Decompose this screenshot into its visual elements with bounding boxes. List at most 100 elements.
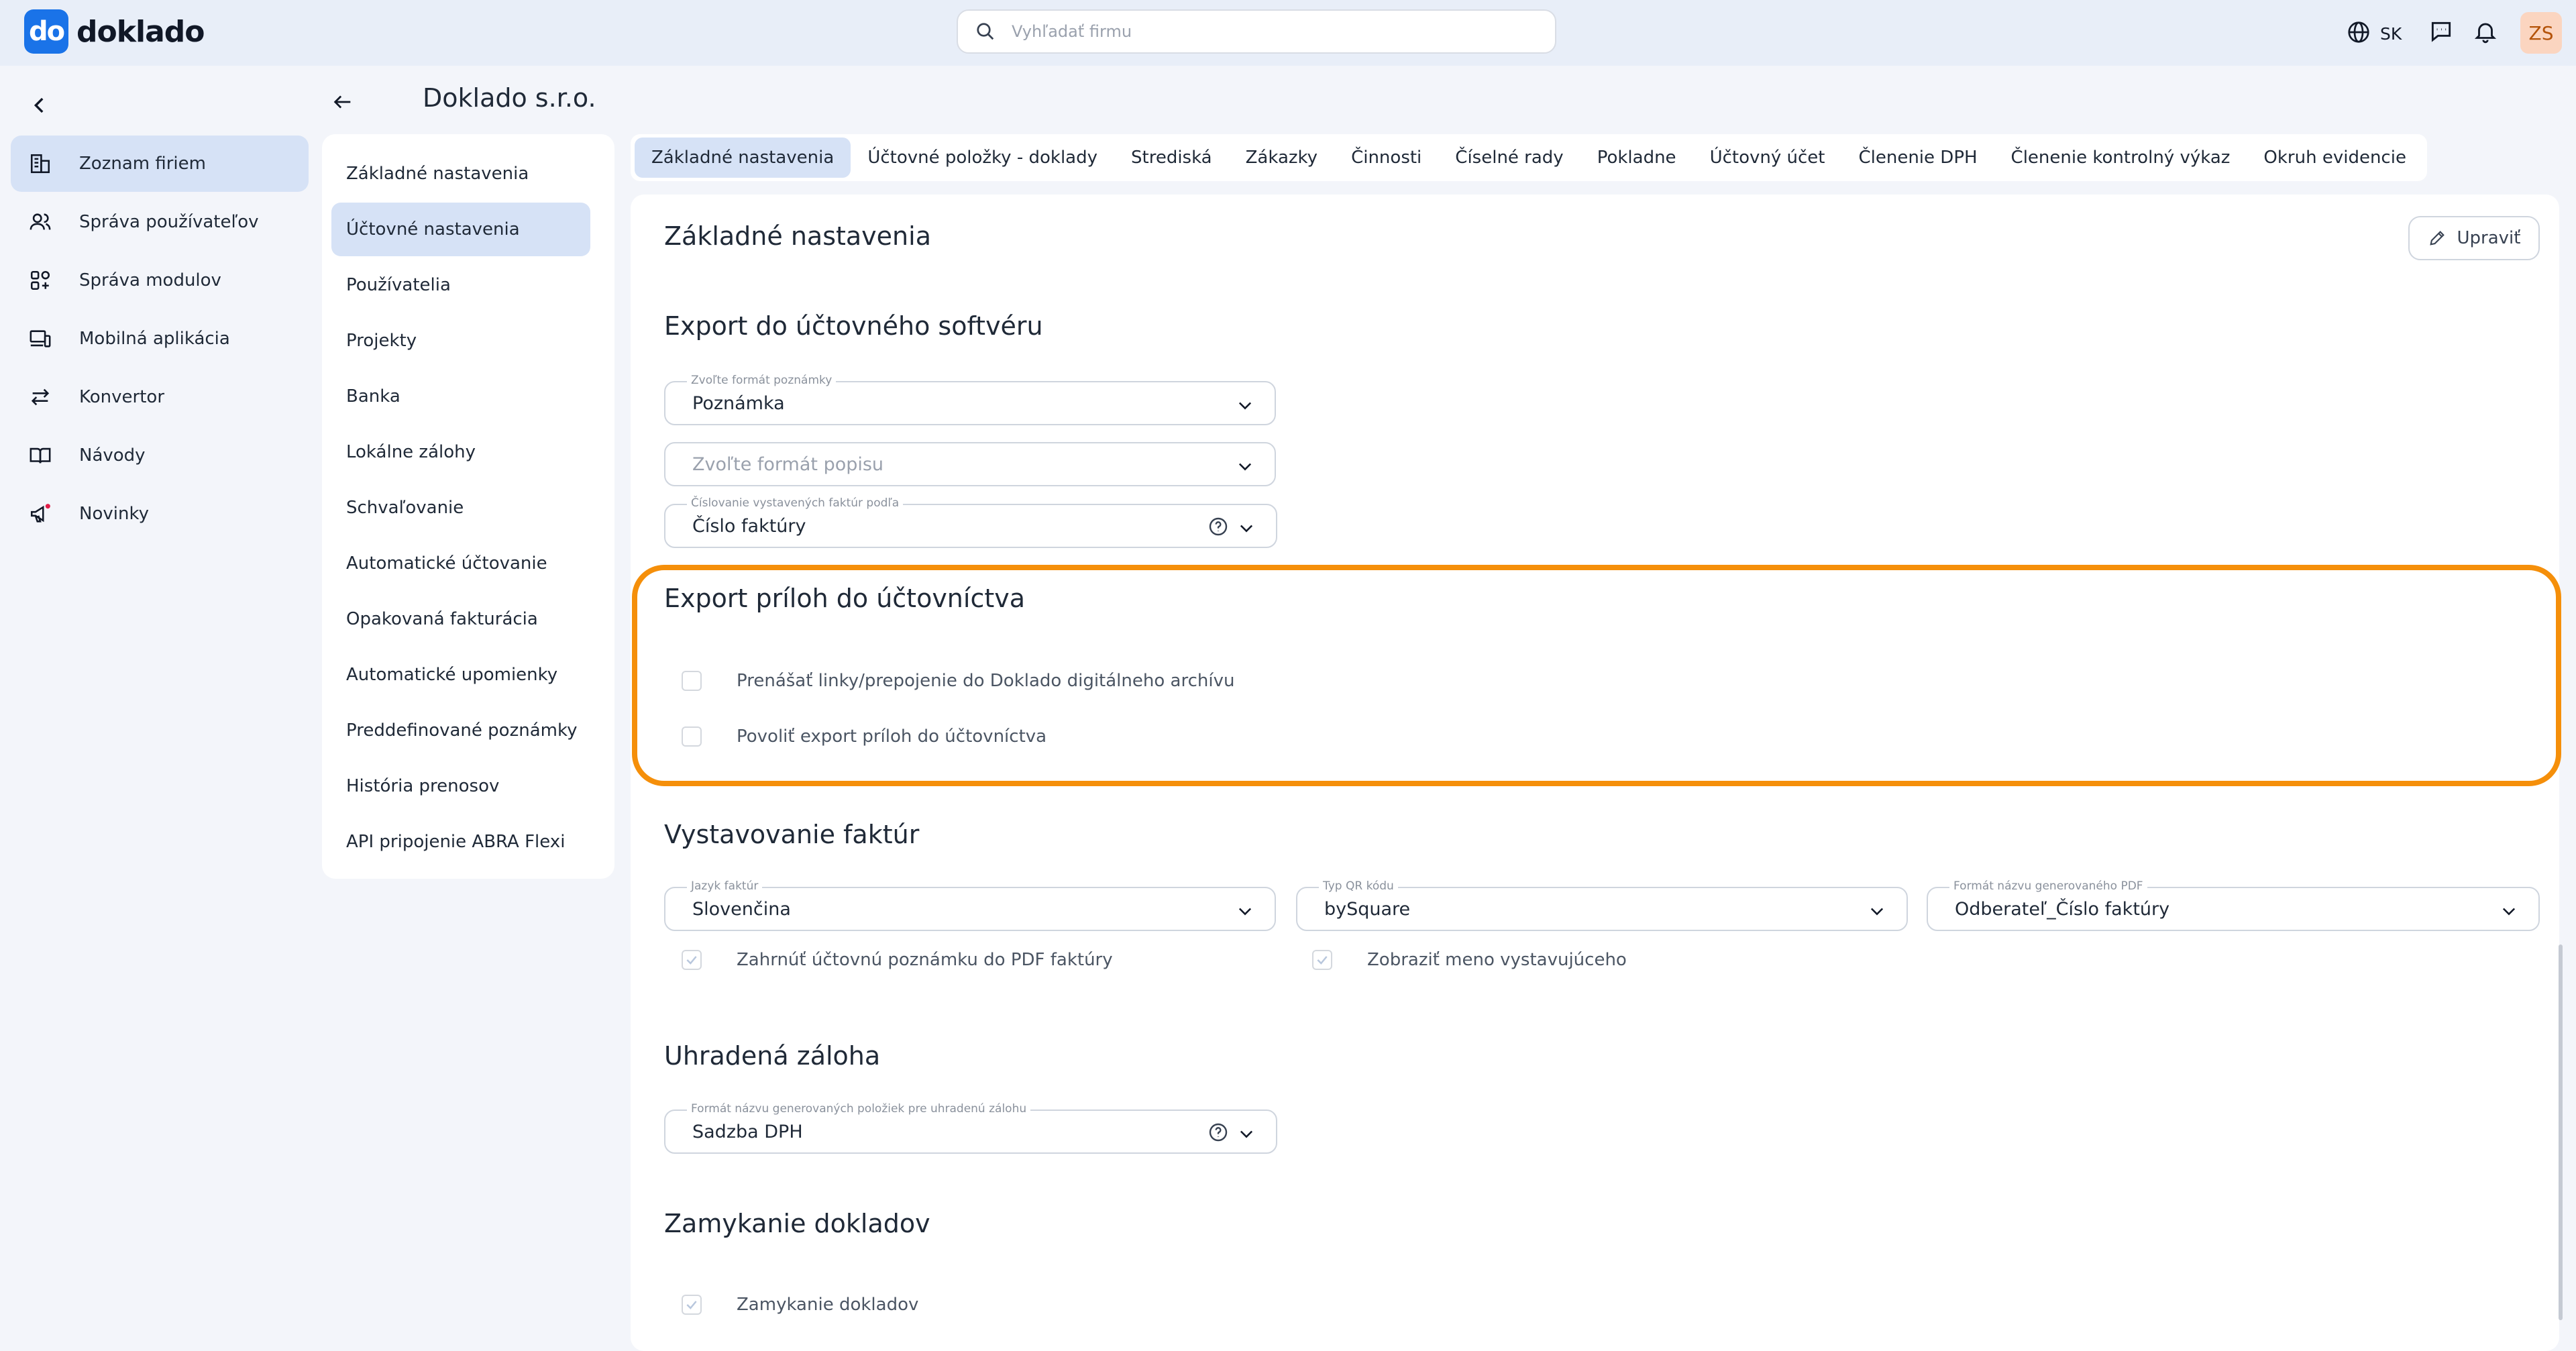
submenu-item[interactable]: Používatelia [331, 258, 590, 312]
checkbox-row-locking[interactable]: Zamykanie dokladov [682, 1295, 918, 1315]
field-label: Jazyk faktúr [687, 879, 763, 893]
logo-text: doklado [76, 14, 205, 49]
help-icon[interactable] [1208, 1122, 1229, 1143]
edit-button-label: Upraviť [2457, 228, 2521, 248]
qr-type-select[interactable]: Typ QR kódu bySquare [1296, 879, 1908, 931]
submenu-item[interactable]: Opakovaná fakturácia [331, 592, 590, 646]
pdf-name-format-select[interactable]: Formát názvu generovaného PDF Odberateľ_… [1927, 879, 2540, 931]
tab-activities[interactable]: Činnosti [1334, 138, 1438, 178]
messages-button[interactable] [2428, 19, 2454, 47]
tab-accounting-account[interactable]: Účtovný účet [1693, 138, 1842, 178]
section-title-locking: Zamykanie dokladov [664, 1209, 930, 1238]
nav-item-modules[interactable]: Správa modulov [11, 252, 309, 309]
help-icon[interactable] [1208, 516, 1229, 537]
nav-item-label: Mobilná aplikácia [79, 329, 230, 349]
language-label: SK [2380, 24, 2402, 44]
checkbox-label: Prenášať linky/prepojenie do Doklado dig… [737, 671, 1235, 691]
submenu-item[interactable]: Banka [331, 370, 590, 423]
submenu-item[interactable]: Projekty [331, 314, 590, 368]
book-icon [27, 442, 54, 469]
tab-number-series[interactable]: Číselné rady [1438, 138, 1580, 178]
nav-item-companies[interactable]: Zoznam firiem [11, 136, 309, 192]
tab-record-scope[interactable]: Okruh evidencie [2247, 138, 2423, 178]
nav-item-converter[interactable]: Konvertor [11, 369, 309, 425]
nav-item-news[interactable]: Novinky [11, 486, 309, 542]
back-button[interactable] [331, 91, 354, 116]
field-value: bySquare [1324, 899, 1411, 920]
invoice-numbering-select[interactable]: Číslovanie vystavených faktúr podľa Čísl… [664, 496, 1277, 548]
search-input[interactable] [1012, 22, 1521, 41]
tab-orders[interactable]: Zákazky [1229, 138, 1334, 178]
field-label: Typ QR kódu [1319, 879, 1398, 893]
tab-control-statement[interactable]: Členenie kontrolný výkaz [1994, 138, 2247, 178]
submenu-item[interactable]: Preddefinované poznámky [331, 704, 590, 757]
checkbox-row-issuer-name[interactable]: Zobraziť meno vystavujúceho [1312, 950, 1627, 970]
field-value: Číslo faktúry [692, 516, 806, 537]
section-title-basic: Základné nastavenia [664, 221, 931, 251]
section-title-deposit: Uhradená záloha [664, 1041, 881, 1071]
chevron-down-icon [2502, 908, 2516, 916]
submenu-item[interactable]: Lokálne zálohy [331, 425, 590, 479]
submenu-item[interactable]: API pripojenie ABRA Flexi [331, 815, 590, 869]
pencil-icon [2429, 231, 2445, 246]
logo-mark: do [24, 9, 68, 54]
users-icon [27, 209, 54, 235]
field-placeholder: Zvoľte formát popisu [692, 454, 884, 475]
checkbox-label: Zobraziť meno vystavujúceho [1367, 950, 1627, 970]
deposit-format-select[interactable]: Formát názvu generovaných položiek pre u… [664, 1102, 1277, 1154]
nav-item-mobile-app[interactable]: Mobilná aplikácia [11, 311, 309, 367]
language-switcher[interactable]: SK [2347, 20, 2402, 47]
field-label: Formát názvu generovaných položiek pre u… [687, 1102, 1031, 1116]
top-header: do doklado SK ZS [0, 0, 2576, 66]
checkbox-checked[interactable] [682, 950, 702, 970]
logo[interactable]: do doklado [24, 9, 205, 54]
check-icon [1317, 956, 1328, 965]
collapse-sidebar-button[interactable] [28, 94, 51, 119]
settings-panel [631, 195, 2559, 1351]
submenu-item-active[interactable]: Účtovné nastavenia [331, 203, 590, 256]
tab-basic-settings[interactable]: Základné nastavenia [635, 138, 851, 178]
field-label: Formát názvu generovaného PDF [1949, 879, 2147, 893]
checkbox-row-attachments-export[interactable]: Povoliť export príloh do účtovníctva [682, 726, 1046, 747]
tab-accounting-items[interactable]: Účtovné položky - doklady [851, 138, 1114, 178]
tab-centers[interactable]: Strediská [1114, 138, 1229, 178]
scrollbar[interactable] [2559, 944, 2563, 1320]
checkbox[interactable] [682, 671, 702, 691]
modules-icon [27, 267, 54, 294]
tab-vat-breakdown[interactable]: Členenie DPH [1841, 138, 1994, 178]
checkbox-label: Zahrnúť účtovnú poznámku do PDF faktúry [737, 950, 1113, 970]
search-box[interactable] [957, 9, 1556, 54]
description-format-select[interactable]: Zvoľte formát popisu [664, 442, 1276, 486]
field-value: Slovenčina [692, 899, 791, 920]
submenu-item[interactable]: Automatické účtovanie [331, 537, 590, 590]
checkbox-checked[interactable] [682, 1295, 702, 1315]
nav-item-label: Správa modulov [79, 270, 221, 290]
check-icon [686, 956, 697, 965]
notifications-button[interactable] [2473, 19, 2498, 47]
invoice-language-select[interactable]: Jazyk faktúr Slovenčina [664, 879, 1276, 931]
nav-item-label: Návody [79, 445, 146, 466]
tab-cash-registers[interactable]: Pokladne [1580, 138, 1693, 178]
submenu-item[interactable]: Základné nastavenia [331, 147, 590, 201]
note-format-select[interactable]: Zvoľte formát poznámky Poznámka [664, 374, 1276, 425]
field-value: Sadzba DPH [692, 1122, 803, 1142]
checkbox[interactable] [682, 726, 702, 747]
building-icon [27, 150, 54, 177]
chevron-down-icon [1240, 1130, 1253, 1138]
submenu-item[interactable]: História prenosov [331, 759, 590, 813]
submenu-item[interactable]: Automatické upomienky [331, 648, 590, 702]
nav-item-label: Zoznam firiem [79, 154, 206, 174]
edit-button[interactable]: Upraviť [2408, 216, 2540, 260]
field-label: Číslovanie vystavených faktúr podľa [687, 496, 904, 510]
nav-item-guides[interactable]: Návody [11, 427, 309, 484]
nav-item-users[interactable]: Správa používateľov [11, 194, 309, 250]
checkbox-checked[interactable] [1312, 950, 1332, 970]
checkbox-row-archive-links[interactable]: Prenášať linky/prepojenie do Doklado dig… [682, 671, 1234, 691]
section-title-invoicing: Vystavovanie faktúr [664, 820, 920, 849]
chevron-down-icon [1238, 463, 1252, 471]
chevron-down-icon [1240, 525, 1253, 533]
submenu-item[interactable]: Schvaľovanie [331, 481, 590, 535]
user-avatar[interactable]: ZS [2520, 12, 2562, 54]
checkbox-row-pdf-note[interactable]: Zahrnúť účtovnú poznámku do PDF faktúry [682, 950, 1113, 970]
devices-icon [27, 325, 54, 352]
